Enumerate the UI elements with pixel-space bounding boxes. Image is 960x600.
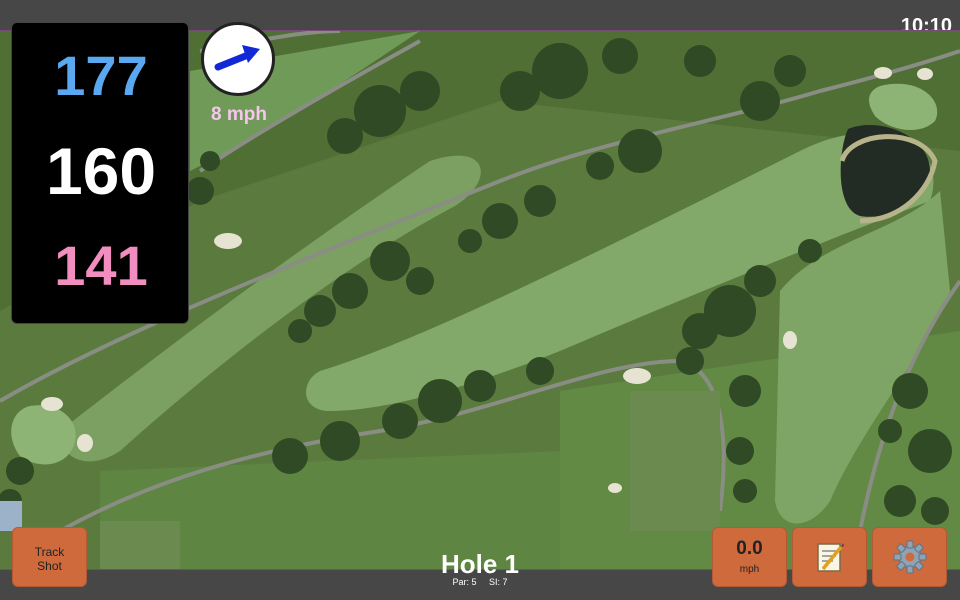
hole-par: Par: 5 — [452, 577, 477, 587]
wind-value: 0.0 — [736, 538, 763, 559]
notes-icon — [816, 543, 844, 572]
yardage-panel: 177 160 141 — [11, 22, 189, 324]
hole-stroke-index: SI: 7 — [489, 577, 508, 587]
wind-button[interactable]: 0.0 mph — [712, 527, 787, 587]
wind-direction-dial — [201, 22, 275, 96]
hole-title: Hole 1 — [440, 549, 520, 579]
track-shot-button[interactable]: Track Shot — [12, 527, 87, 587]
center-yardage: 160 — [45, 134, 157, 208]
track-shot-label-line1: Track — [34, 545, 65, 559]
track-shot-label-line2: Shot — [37, 559, 62, 573]
front-yardage: 141 — [54, 234, 148, 297]
wind-speed-label: 8 mph — [211, 104, 267, 125]
settings-button[interactable] — [872, 527, 947, 587]
notes-button[interactable] — [792, 527, 867, 587]
wind-unit: mph — [739, 564, 760, 575]
wind-arrow-icon — [214, 45, 260, 71]
back-yardage: 177 — [54, 44, 148, 107]
hole-meta: Par: 5 SI: 7 — [380, 577, 580, 587]
gear-icon — [893, 540, 926, 574]
